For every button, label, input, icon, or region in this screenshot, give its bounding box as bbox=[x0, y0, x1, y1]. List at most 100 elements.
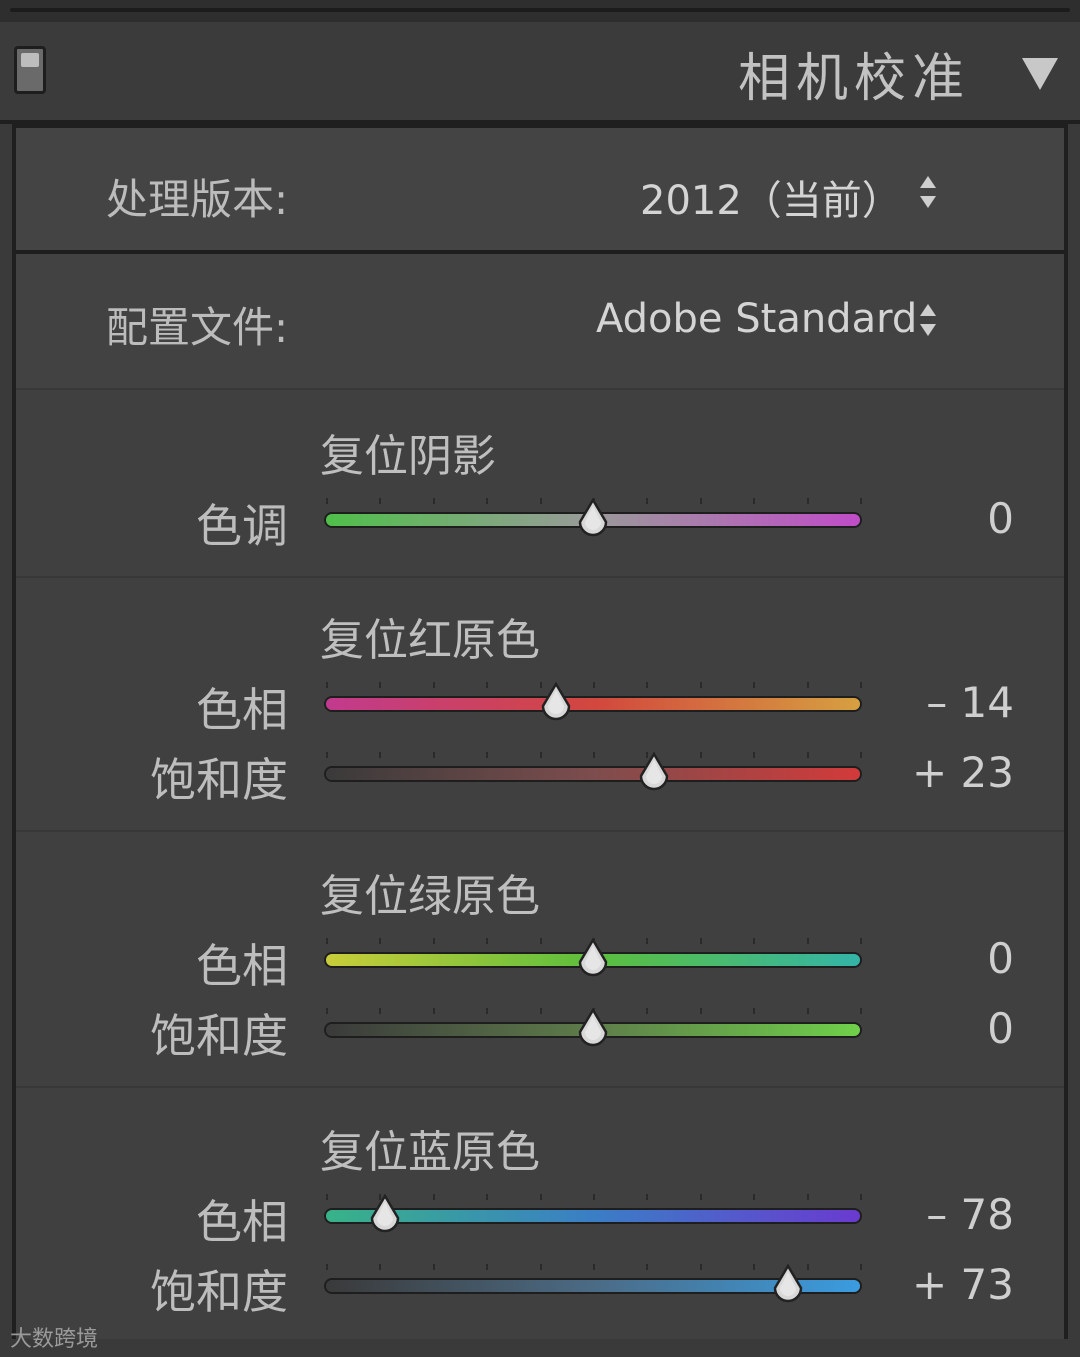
slider-tick-mark bbox=[860, 1008, 862, 1014]
slider-tick-mark bbox=[486, 938, 489, 944]
panel-toggle-switch[interactable] bbox=[14, 46, 46, 94]
profile-label: 配置文件: bbox=[106, 303, 289, 352]
red-hue-value[interactable]: – 14 bbox=[926, 678, 1014, 727]
slider-tick-mark bbox=[432, 1008, 435, 1014]
slider-label-red-hue: 色相 bbox=[196, 683, 288, 737]
slider-tick-mark bbox=[486, 752, 489, 758]
slider-tick-mark bbox=[379, 1008, 382, 1014]
slider-tick-mark bbox=[753, 1264, 756, 1270]
slider-tick-mark bbox=[646, 498, 649, 504]
slider-tick-mark bbox=[379, 498, 382, 504]
slider-tick-mark bbox=[753, 498, 756, 504]
slider-thumb-icon[interactable] bbox=[636, 752, 672, 792]
blue-saturation-value[interactable]: + 73 bbox=[912, 1260, 1014, 1309]
profile-stepper-icon[interactable] bbox=[920, 302, 936, 338]
slider-tick-mark bbox=[486, 498, 489, 504]
blue-hue-value[interactable]: – 78 bbox=[926, 1190, 1014, 1239]
slider-tick-mark bbox=[486, 1264, 489, 1270]
slider-thumb-icon[interactable] bbox=[575, 938, 611, 978]
slider-tick-mark bbox=[379, 1264, 382, 1270]
slider-tick-mark bbox=[753, 1194, 756, 1200]
green-saturation-value[interactable]: 0 bbox=[987, 1004, 1014, 1053]
tint-value[interactable]: 0 bbox=[987, 494, 1014, 543]
slider-thumb-icon[interactable] bbox=[575, 498, 611, 538]
slider-tick-mark bbox=[699, 498, 702, 504]
profile-dropdown[interactable]: Adobe Standard bbox=[596, 296, 917, 342]
slider-label-tint: 色调 bbox=[196, 499, 288, 553]
slider-tick-mark bbox=[860, 1264, 862, 1270]
slider-tick-mark bbox=[379, 752, 382, 758]
slider-tick-mark bbox=[326, 1264, 328, 1270]
slider-tick-mark bbox=[486, 682, 489, 688]
slider-tick-mark bbox=[326, 682, 328, 688]
slider-tick-mark bbox=[860, 752, 862, 758]
blue-hue-slider-track[interactable] bbox=[326, 1210, 860, 1222]
panel-title: 相机校准 bbox=[737, 49, 970, 109]
slider-label-red-saturation: 饱和度 bbox=[150, 753, 288, 807]
slider-tick-mark bbox=[753, 1008, 756, 1014]
slider-tick-mark bbox=[806, 682, 809, 688]
slider-tick-mark bbox=[806, 1264, 809, 1270]
slider-tick-mark bbox=[539, 938, 542, 944]
slider-tick-mark bbox=[379, 682, 382, 688]
green-hue-value[interactable]: 0 bbox=[987, 934, 1014, 983]
slider-tick-mark bbox=[326, 752, 328, 758]
slider-thumb-icon[interactable] bbox=[538, 682, 574, 722]
process-version-row: 处理版本: 2012（当前） bbox=[16, 128, 1064, 254]
slider-tick-mark bbox=[593, 1264, 595, 1270]
slider-tick-mark bbox=[753, 682, 756, 688]
slider-tick-mark bbox=[326, 1008, 328, 1014]
slider-tick-mark bbox=[806, 938, 809, 944]
slider-tick-mark bbox=[539, 1194, 542, 1200]
slider-tick-mark bbox=[432, 682, 435, 688]
slider-tick-mark bbox=[753, 752, 756, 758]
process-version-label: 处理版本: bbox=[106, 175, 289, 224]
slider-thumb-icon[interactable] bbox=[367, 1194, 403, 1234]
process-version-dropdown[interactable]: 2012（当前） bbox=[640, 168, 902, 226]
slider-tick-mark bbox=[699, 752, 702, 758]
red-saturation-value[interactable]: + 23 bbox=[912, 748, 1014, 797]
watermark-text: 大数跨境 bbox=[10, 1327, 99, 1352]
slider-tick-mark bbox=[539, 752, 542, 758]
slider-label-green-saturation: 饱和度 bbox=[150, 1009, 288, 1063]
slider-thumb-icon[interactable] bbox=[575, 1008, 611, 1048]
slider-tick-mark bbox=[699, 1008, 702, 1014]
slider-tick-mark bbox=[539, 498, 542, 504]
slider-tick-mark bbox=[699, 1194, 702, 1200]
slider-ticks bbox=[326, 1194, 862, 1202]
slider-tick-mark bbox=[646, 1008, 649, 1014]
slider-tick-mark bbox=[806, 1008, 809, 1014]
slider-tick-mark bbox=[432, 1194, 435, 1200]
slider-label-blue-hue: 色相 bbox=[196, 1195, 288, 1249]
slider-tick-mark bbox=[593, 752, 595, 758]
slider-tick-mark bbox=[753, 938, 756, 944]
slider-label-green-hue: 色相 bbox=[196, 939, 288, 993]
slider-tick-mark bbox=[432, 498, 435, 504]
profile-row: 配置文件: Adobe Standard bbox=[16, 254, 1064, 388]
window-top-bar bbox=[0, 0, 1080, 22]
section-title-reset-shadows[interactable]: 复位阴影 bbox=[320, 420, 496, 484]
red-saturation-slider-track[interactable] bbox=[326, 768, 860, 780]
slider-tick-mark bbox=[806, 752, 809, 758]
panel-header[interactable]: 相机校准 bbox=[0, 22, 1080, 124]
section-title-reset-blue[interactable]: 复位蓝原色 bbox=[320, 1116, 540, 1180]
collapse-triangle-icon[interactable] bbox=[1022, 58, 1058, 90]
slider-tick-mark bbox=[432, 752, 435, 758]
slider-tick-mark bbox=[539, 1264, 542, 1270]
slider-tick-mark bbox=[646, 938, 649, 944]
slider-ticks bbox=[326, 682, 862, 690]
slider-tick-mark bbox=[860, 938, 862, 944]
slider-tick-mark bbox=[699, 682, 702, 688]
slider-tick-mark bbox=[806, 498, 809, 504]
section-title-reset-green[interactable]: 复位绿原色 bbox=[320, 860, 540, 924]
section-title-reset-red[interactable]: 复位红原色 bbox=[320, 604, 540, 668]
slider-tick-mark bbox=[539, 1008, 542, 1014]
slider-tick-mark bbox=[860, 498, 862, 504]
red-hue-slider-track[interactable] bbox=[326, 698, 860, 710]
process-version-stepper-icon[interactable] bbox=[920, 174, 936, 210]
slider-tick-mark bbox=[646, 1194, 649, 1200]
shadows-section: 复位阴影 色调 0 bbox=[16, 388, 1064, 576]
slider-tick-mark bbox=[593, 682, 595, 688]
slider-thumb-icon[interactable] bbox=[770, 1264, 806, 1304]
slider-tick-mark bbox=[379, 938, 382, 944]
